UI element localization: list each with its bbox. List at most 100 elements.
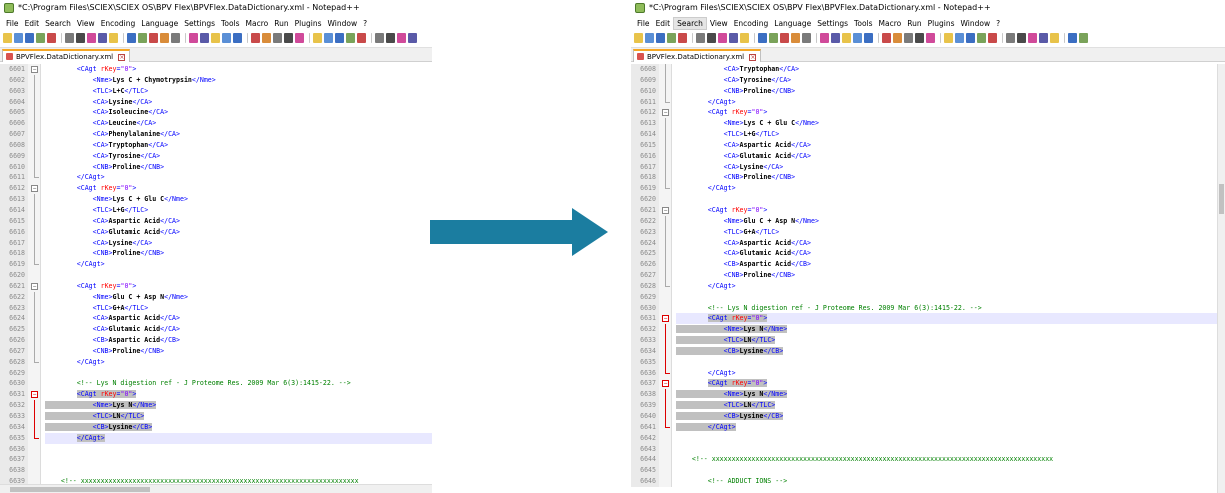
toolbar-button-icon[interactable] xyxy=(251,33,260,43)
code-line[interactable]: 6632 <Nme>Lys N</Nme> xyxy=(631,324,1225,336)
toolbar-button-icon[interactable] xyxy=(780,33,789,43)
toolbar-button-icon[interactable] xyxy=(324,33,333,43)
toolbar-button-icon[interactable] xyxy=(3,33,12,43)
code-line[interactable]: 6616 <CA>Glutamic Acid</CA> xyxy=(0,226,432,238)
toolbar-button-icon[interactable] xyxy=(386,33,395,43)
vertical-scrollbar[interactable] xyxy=(1217,64,1225,493)
code-line[interactable]: 6628 </CAgt> xyxy=(0,356,432,368)
code-line[interactable]: 6636 xyxy=(0,443,432,455)
scroll-thumb[interactable] xyxy=(1219,184,1224,214)
menu-item-tools[interactable]: Tools xyxy=(851,16,875,31)
toolbar-button-icon[interactable] xyxy=(864,33,873,43)
code-line[interactable]: 6622 <Nme>Glu C + Asp N</Nme> xyxy=(0,291,432,303)
code-line[interactable]: 6637 xyxy=(0,454,432,466)
code-editor[interactable]: 6601− <CAgt rKey="0"> 6602 <Nme>Lys C + C… xyxy=(0,64,432,493)
toolbar-button-icon[interactable] xyxy=(634,33,643,43)
code-line[interactable]: 6636 </CAgt> xyxy=(631,367,1225,379)
toolbar-button-icon[interactable] xyxy=(769,33,778,43)
toolbar-button-icon[interactable] xyxy=(284,33,293,43)
code-line[interactable]: 6601− <CAgt rKey="0"> xyxy=(0,64,432,75)
toolbar-button-icon[interactable] xyxy=(346,33,355,43)
code-line[interactable]: 6614 <TLC>L+G</TLC> xyxy=(0,204,432,216)
code-line[interactable]: 6617 <CA>Lysine</CA> xyxy=(0,237,432,249)
code-line[interactable]: 6631− <CAgt rKey="0"> xyxy=(0,389,432,401)
fold-collapse-icon[interactable]: − xyxy=(31,185,38,193)
menu-item-view[interactable]: View xyxy=(74,16,98,31)
code-line[interactable]: 6608 <CA>Tryptophan</CA> xyxy=(0,139,432,151)
toolbar-button-icon[interactable] xyxy=(1006,33,1015,43)
code-line[interactable]: 6604 <CA>Lysine</CA> xyxy=(0,96,432,108)
scroll-thumb[interactable] xyxy=(10,487,150,492)
toolbar-button-icon[interactable] xyxy=(1017,33,1026,43)
menu-item-run[interactable]: Run xyxy=(904,16,924,31)
fold-collapse-icon[interactable]: − xyxy=(662,206,669,214)
toolbar-button-icon[interactable] xyxy=(915,33,924,43)
toolbar-button-icon[interactable] xyxy=(25,33,34,43)
menu-item-edit[interactable]: Edit xyxy=(653,16,674,31)
toolbar-button-icon[interactable] xyxy=(171,33,180,43)
code-line[interactable]: 6635 xyxy=(631,356,1225,368)
close-tab-icon[interactable]: × xyxy=(749,54,757,61)
code-line[interactable]: 6638 <Nme>Lys N</Nme> xyxy=(631,389,1225,401)
toolbar-button-icon[interactable] xyxy=(149,33,158,43)
toolbar-button-icon[interactable] xyxy=(667,33,676,43)
toolbar-button-icon[interactable] xyxy=(966,33,975,43)
menu-item-window[interactable]: Window xyxy=(958,16,994,31)
toolbar-button-icon[interactable] xyxy=(740,33,749,43)
toolbar-button-icon[interactable] xyxy=(76,33,85,43)
toolbar-button-icon[interactable] xyxy=(14,33,23,43)
toolbar-button-icon[interactable] xyxy=(802,33,811,43)
code-line[interactable]: 6608 <CA>Tryptophan</CA> xyxy=(631,64,1225,75)
toolbar-button-icon[interactable] xyxy=(758,33,767,43)
toolbar-button-icon[interactable] xyxy=(98,33,107,43)
code-line[interactable]: 6633 <TLC>LN</TLC> xyxy=(631,335,1225,346)
toolbar-button-icon[interactable] xyxy=(189,33,198,43)
toolbar-button-icon[interactable] xyxy=(295,33,304,43)
toolbar-button-icon[interactable] xyxy=(1050,33,1059,43)
code-line[interactable]: 6643 xyxy=(631,443,1225,455)
menu-item-view[interactable]: View xyxy=(707,16,731,31)
code-line[interactable]: 6619 </CAgt> xyxy=(0,259,432,271)
menu-item-encoding[interactable]: Encoding xyxy=(98,16,139,31)
code-line[interactable]: 6606 <CA>Leucine</CA> xyxy=(0,118,432,130)
code-line[interactable]: 6610 <CNB>Proline</CNB> xyxy=(0,161,432,173)
toolbar-button-icon[interactable] xyxy=(127,33,136,43)
close-tab-icon[interactable]: × xyxy=(118,54,126,61)
toolbar-button-icon[interactable] xyxy=(893,33,902,43)
code-line[interactable]: 6633 <TLC>LN</TLC> xyxy=(0,411,432,422)
toolbar-button-icon[interactable] xyxy=(853,33,862,43)
code-line[interactable]: 6625 <CA>Glutamic Acid</CA> xyxy=(0,324,432,336)
code-line[interactable]: 6624 <CA>Aspartic Acid</CA> xyxy=(0,313,432,325)
code-line[interactable]: 6625 <CA>Glutamic Acid</CA> xyxy=(631,248,1225,260)
code-line[interactable]: 6602 <Nme>Lys C + Chymotrypsin</Nme> xyxy=(0,74,432,86)
code-line[interactable]: 6640 <CB>Lysine</CB> xyxy=(631,411,1225,422)
toolbar-button-icon[interactable] xyxy=(233,33,242,43)
code-line[interactable]: 6613 <Nme>Lys C + Glu C</Nme> xyxy=(0,194,432,205)
code-line[interactable]: 6634 <CB>Lysine</CB> xyxy=(631,345,1225,357)
menu-item-encoding[interactable]: Encoding xyxy=(731,16,772,31)
toolbar-button-icon[interactable] xyxy=(1039,33,1048,43)
toolbar-button-icon[interactable] xyxy=(977,33,986,43)
menu-item-file[interactable]: File xyxy=(3,16,22,31)
toolbar-button-icon[interactable] xyxy=(273,33,282,43)
code-line[interactable]: 6623 <TLC>G+A</TLC> xyxy=(631,226,1225,238)
toolbar-button-icon[interactable] xyxy=(842,33,851,43)
toolbar-button-icon[interactable] xyxy=(211,33,220,43)
toolbar-button-icon[interactable] xyxy=(375,33,384,43)
toolbar-button-icon[interactable] xyxy=(944,33,953,43)
code-line[interactable]: 6630 <!-- Lys N digestion ref - J Proteo… xyxy=(631,302,1225,314)
code-line[interactable]: 6646 <!-- ADDUCT IONS --> xyxy=(631,476,1225,487)
code-line[interactable]: 6620 xyxy=(0,270,432,281)
toolbar-button-icon[interactable] xyxy=(955,33,964,43)
code-line[interactable]: 6635 </CAgt> xyxy=(0,432,432,444)
code-line[interactable]: 6612− <CAgt rKey="0"> xyxy=(0,183,432,195)
toolbar-button-icon[interactable] xyxy=(65,33,74,43)
fold-collapse-icon[interactable]: − xyxy=(31,282,38,290)
toolbar-button-icon[interactable] xyxy=(397,33,406,43)
code-line[interactable]: 6632 <Nme>Lys N</Nme> xyxy=(0,400,432,411)
toolbar-button-icon[interactable] xyxy=(138,33,147,43)
code-line[interactable]: 6605 <CA>Isoleucine</CA> xyxy=(0,107,432,119)
code-line[interactable]: 6603 <TLC>L+C</TLC> xyxy=(0,85,432,97)
fold-collapse-icon[interactable]: − xyxy=(662,109,669,117)
code-line[interactable]: 6637− <CAgt rKey="0"> xyxy=(631,378,1225,390)
